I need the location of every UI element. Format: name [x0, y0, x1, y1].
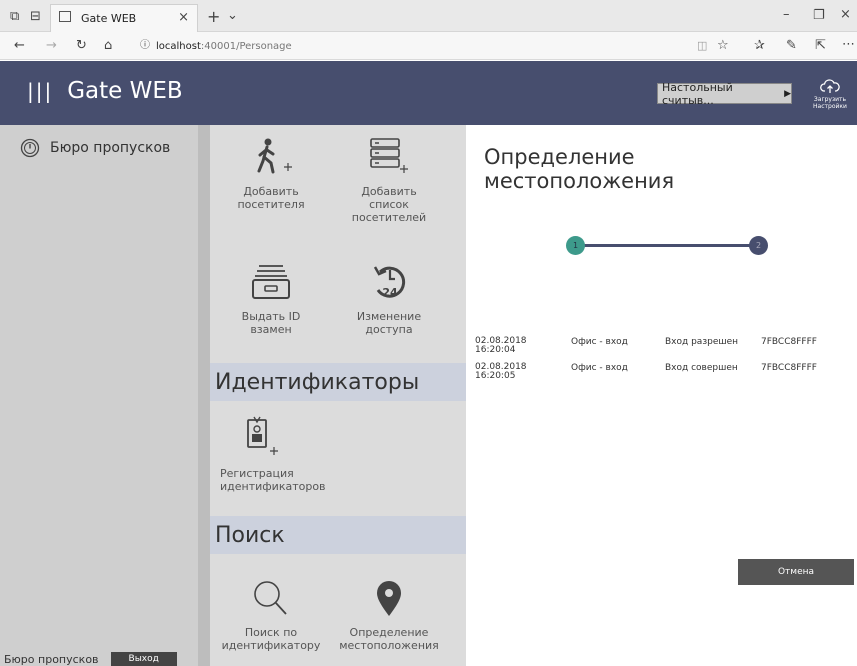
event-id: 7FBCC8FFFF: [761, 363, 817, 373]
walking-person-plus-icon: [257, 138, 292, 174]
favorites-hub-icon[interactable]: ✰: [754, 39, 765, 52]
event-id: 7FBCC8FFFF: [761, 337, 817, 347]
badge-plus-icon: [247, 416, 278, 455]
add-list-label-1: Добавить: [361, 185, 417, 198]
clock-badge-icon: [20, 138, 40, 158]
issue-replacement-id-tile[interactable]: Выдать ID взамен: [212, 262, 330, 336]
event-place: Офис - вход: [571, 363, 628, 373]
add-list-label-3: посетителей: [351, 211, 427, 224]
server-list-plus-icon: [370, 138, 408, 173]
event-status: Вход совершен: [665, 363, 738, 373]
panel-title-line-2: местоположения: [484, 169, 675, 193]
back-icon[interactable]: ←: [14, 39, 25, 52]
favorite-star-icon[interactable]: ☆: [717, 39, 729, 52]
sidebar-title[interactable]: Бюро пропусков: [20, 138, 170, 158]
set-tabs-aside-icon[interactable]: ⊟: [30, 10, 41, 23]
restore-icon[interactable]: ❐: [813, 9, 825, 22]
share-icon[interactable]: ⇱: [815, 39, 826, 52]
event-status: Вход разрешен: [665, 337, 739, 347]
change-access-label-1: Изменение: [356, 310, 422, 323]
ids-section-title: Идентификаторы: [215, 369, 420, 395]
window-close-icon[interactable]: ×: [840, 8, 851, 21]
ids-section-header: Идентификаторы: [210, 363, 466, 401]
refresh-icon[interactable]: ↻: [76, 39, 87, 52]
stepper-line: [574, 244, 760, 247]
register-id-label-1: Регистрация: [220, 467, 294, 480]
tab-title: Gate WEB: [81, 12, 137, 25]
more-menu-icon[interactable]: ⋯: [842, 38, 855, 51]
search-by-id-tile[interactable]: Поиск по идентификатору: [212, 578, 330, 652]
tab-close-icon[interactable]: ×: [178, 11, 189, 24]
panel-title-line-1: Определение: [484, 145, 635, 169]
change-access-label-2: доступа: [365, 323, 413, 336]
minimize-icon[interactable]: –: [783, 8, 790, 21]
locate-label-1: Определение: [349, 626, 429, 639]
step-1-label: 1: [572, 241, 579, 250]
step-2-label: 2: [755, 241, 762, 250]
step-2-circle[interactable]: 2: [749, 236, 768, 255]
search-section-title: Поиск: [215, 522, 285, 548]
issue-id-label-2: взамен: [250, 323, 292, 336]
upload-label-1: Загрузить: [813, 96, 847, 103]
search-section-header: Поиск: [210, 516, 466, 554]
pen-notes-icon[interactable]: ✎: [786, 39, 797, 52]
reader-select[interactable]: Настольный считыв... ▶: [657, 80, 792, 107]
tab-list-chevron-icon[interactable]: ⌄: [227, 9, 238, 22]
inbox-tray-icon: [252, 265, 290, 299]
reader-label: Настольный считыв...: [662, 80, 733, 107]
event-time: 16:20:05: [475, 371, 516, 381]
app-brand: ||| Gate WEB: [27, 78, 183, 104]
add-visitor-label-1: Добавить: [243, 185, 299, 198]
forward-icon[interactable]: →: [46, 39, 57, 52]
left-sidebar: Бюро пропусков: [0, 125, 198, 666]
cancel-button[interactable]: Отмена: [738, 559, 854, 585]
register-id-tile[interactable]: Регистрация идентификаторов: [212, 415, 330, 493]
tab-page-icon: [59, 11, 71, 22]
home-icon[interactable]: ⌂: [104, 39, 112, 52]
cloud-upload-icon: [820, 79, 840, 93]
locate-label-2: местоположения: [339, 639, 439, 652]
step-1-circle[interactable]: 1: [566, 236, 585, 255]
reading-view-icon[interactable]: ◫: [697, 40, 707, 51]
locate-tile[interactable]: Определение местоположения: [330, 578, 448, 652]
change-access-tile[interactable]: 24 Изменение доступа: [330, 262, 448, 336]
add-visitor-tile[interactable]: Добавить посетителя: [212, 137, 330, 211]
url-path: :40001/Personage: [200, 40, 292, 52]
add-list-label-2: список: [369, 198, 409, 211]
event-place: Офис - вход: [571, 337, 628, 347]
url-host: localhost: [156, 40, 201, 52]
add-visitor-label-2: посетителя: [237, 198, 305, 211]
map-pin-icon: [377, 581, 401, 616]
column-divider: [198, 125, 210, 666]
issue-id-label-1: Выдать ID: [241, 310, 301, 323]
info-icon: ⓘ: [140, 40, 150, 51]
play-triangle-icon: ▶: [784, 88, 791, 99]
address-bar[interactable]: ⓘ localhost:40001/Personage: [140, 36, 740, 56]
upload-label-2: Настройки: [813, 103, 847, 110]
magnifier-icon: [254, 581, 287, 615]
search-id-label-2: идентификатору: [221, 639, 321, 652]
sidebar-title-label: Бюро пропусков: [50, 140, 171, 156]
panel-title: Определение местоположения: [484, 145, 704, 193]
clock-24-icon: 24: [373, 266, 406, 299]
event-time: 16:20:04: [475, 345, 516, 355]
register-id-label-2: идентификаторов: [220, 480, 326, 493]
logout-button[interactable]: Выход: [110, 652, 177, 666]
svg-text:24: 24: [382, 286, 398, 299]
app-title: Gate WEB: [67, 78, 183, 104]
menu-bars-icon[interactable]: |||: [27, 79, 53, 103]
upload-settings-button[interactable]: Загрузить Настройки: [806, 78, 854, 110]
footer-user-label: Бюро пропусков: [4, 652, 99, 666]
cancel-label: Отмена: [777, 567, 815, 577]
sidebar-footer: Бюро пропусков Выход: [4, 652, 177, 666]
search-id-label-1: Поиск по: [244, 626, 298, 639]
event-row: 02.08.2018 16:20:04: [475, 337, 527, 355]
add-visitor-list-tile[interactable]: Добавить список посетителей: [330, 137, 448, 224]
event-row: 02.08.2018 16:20:05: [475, 363, 527, 381]
tab-actions-icon[interactable]: ⧉: [10, 10, 19, 23]
browser-tab[interactable]: Gate WEB ×: [50, 4, 198, 32]
new-tab-icon[interactable]: +: [207, 9, 220, 25]
